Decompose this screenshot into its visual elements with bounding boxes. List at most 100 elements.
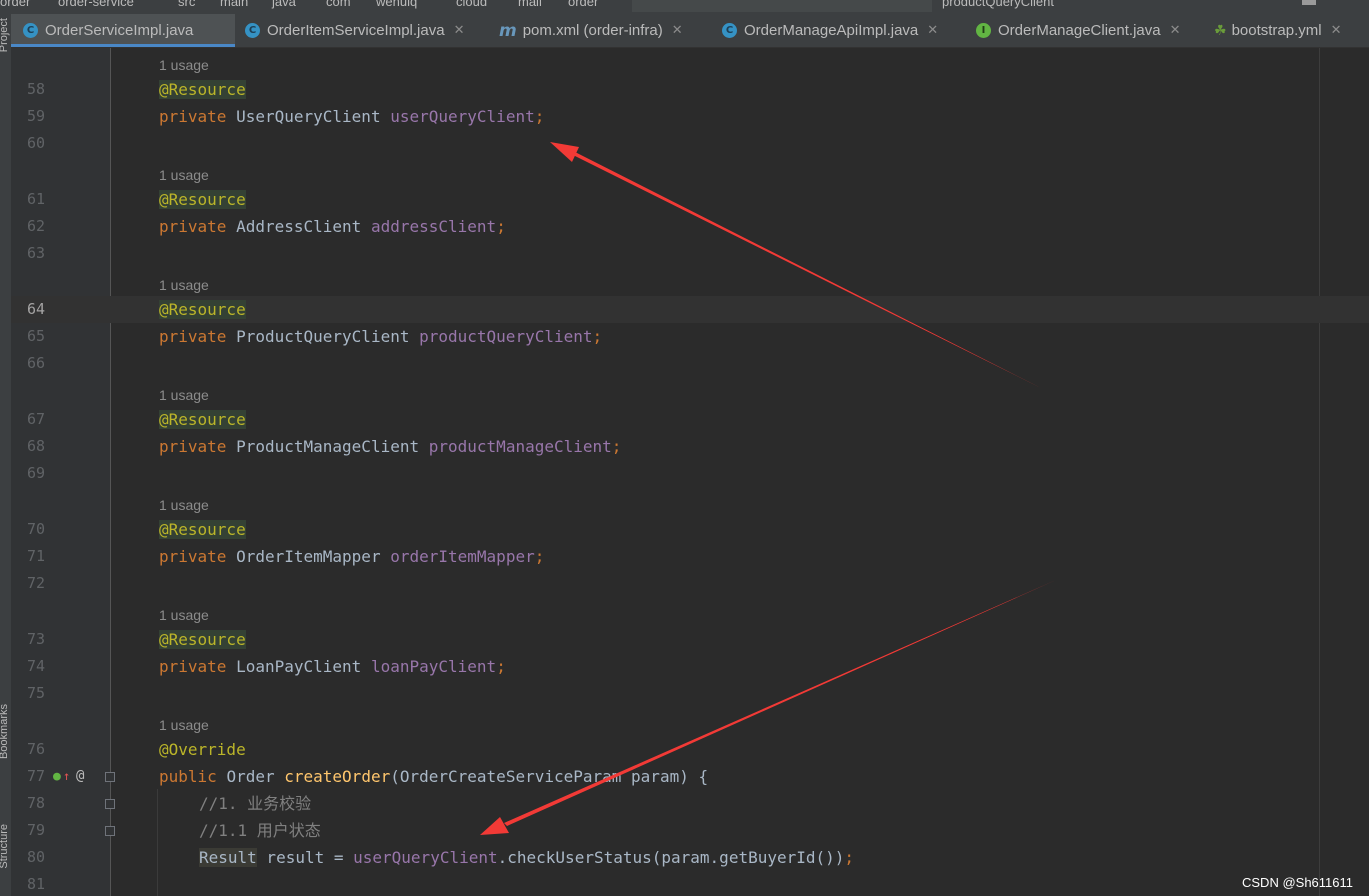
line-number: 71 [26, 547, 45, 565]
type-token: AddressClient [236, 217, 362, 236]
line-number: 74 [26, 657, 45, 675]
tab-pom-xml[interactable]: m pom.xml (order-infra) ✕ [499, 14, 683, 47]
close-icon[interactable]: ✕ [454, 23, 465, 38]
breadcrumb-item[interactable]: mall [518, 0, 542, 9]
line-number: 80 [26, 848, 45, 866]
field-token: orderItemMapper [390, 547, 535, 566]
window-control-button[interactable] [1302, 0, 1316, 5]
usage-hint[interactable]: 1 usage [159, 378, 209, 405]
code-line: 70 @Resource [11, 516, 1369, 543]
tab-ordermanageapiimpl[interactable]: C OrderManageApiImpl.java ✕ [722, 14, 938, 47]
search-everywhere-field[interactable] [632, 0, 932, 12]
code-line: 75 [11, 680, 1369, 707]
type-token: Order [226, 767, 275, 786]
tool-window-project[interactable]: Project [0, 18, 10, 52]
code-line: 80 Result result = userQueryClient.checkU… [11, 844, 1369, 871]
keyword-token: public [159, 767, 217, 786]
close-icon[interactable]: ✕ [672, 23, 683, 38]
implements-method-icon[interactable]: ● [53, 763, 61, 790]
type-token: Result [199, 848, 257, 867]
annotation-token: @Resource [159, 80, 246, 99]
tool-window-bookmarks[interactable]: Bookmarks [0, 704, 10, 759]
usage-hint[interactable]: 1 usage [159, 708, 209, 735]
tab-orderitemserviceimpl[interactable]: C OrderItemServiceImpl.java ✕ [245, 14, 464, 47]
breadcrumb-item[interactable]: cloud [456, 0, 487, 9]
line-number: 70 [26, 520, 45, 538]
fold-toggle-icon[interactable] [105, 826, 115, 836]
fold-toggle-icon[interactable] [105, 772, 115, 782]
editor-tab-bar: C OrderServiceImpl.java C OrderItemServi… [11, 14, 1369, 48]
breadcrumb-item[interactable]: order-service [58, 0, 134, 9]
punctuation-token: ; [496, 657, 506, 676]
tab-label: OrderServiceImpl.java [45, 22, 194, 39]
close-icon[interactable]: ✕ [927, 23, 938, 38]
maven-icon: m [499, 20, 517, 41]
code-line: 59 private UserQueryClient userQueryClien… [11, 103, 1369, 130]
line-number: 66 [26, 354, 45, 372]
tool-window-structure[interactable]: Structure [0, 824, 10, 869]
tab-label: bootstrap.yml [1231, 22, 1322, 39]
type-token: UserQueryClient [236, 107, 381, 126]
breadcrumb-item[interactable]: order [568, 0, 598, 9]
code-line: 58 @Resource [11, 76, 1369, 103]
field-token: userQueryClient [353, 848, 498, 867]
breadcrumb-item[interactable]: order [0, 0, 30, 9]
punctuation-token: ; [592, 327, 603, 346]
code-line: 79 //1.1 用户状态 [11, 817, 1369, 844]
code-line: 73 @Resource [11, 626, 1369, 653]
close-icon[interactable]: ✕ [1331, 23, 1342, 38]
type-token: ProductQueryClient [236, 327, 410, 346]
tab-ordermanageclient[interactable]: I OrderManageClient.java ✕ [976, 14, 1181, 47]
tab-label: OrderItemServiceImpl.java [267, 22, 445, 39]
code-line: 61 @Resource [11, 186, 1369, 213]
line-number: 60 [26, 134, 45, 152]
keyword-token: private [159, 217, 227, 236]
line-number: 76 [26, 740, 45, 758]
line-number: 73 [26, 630, 45, 648]
fold-toggle-icon[interactable] [105, 799, 115, 809]
breadcrumb-item[interactable]: wehuiq [376, 0, 417, 9]
tab-orderserviceimpl[interactable]: C OrderServiceImpl.java [11, 14, 235, 47]
breadcrumb-item[interactable]: src [178, 0, 195, 9]
close-icon[interactable]: ✕ [1170, 23, 1181, 38]
line-number: 58 [26, 80, 45, 98]
usage-hint[interactable]: 1 usage [159, 158, 209, 185]
punctuation-token: ; [611, 437, 622, 456]
annotation-token: @Resource [159, 410, 246, 429]
variable-token: result = [256, 848, 354, 867]
breadcrumb-item[interactable]: com [326, 0, 351, 9]
code-editor[interactable]: 1 usage 58 @Resource 59 private UserQueryC… [11, 48, 1369, 896]
field-token: loanPayClient [370, 657, 497, 676]
keyword-token: private [159, 437, 227, 456]
code-line: 71 private OrderItemMapper orderItemMappe… [11, 543, 1369, 570]
at-sign-icon[interactable]: @ [76, 763, 84, 790]
annotation-token: @Override [159, 740, 246, 759]
comment-token: //1. 业务校验 [199, 794, 312, 813]
tab-label: pom.xml (order-infra) [522, 22, 663, 39]
type-token: ProductManageClient [236, 437, 420, 456]
usage-hint[interactable]: 1 usage [159, 48, 209, 75]
interface-icon: I [976, 23, 991, 38]
arrow-up-icon[interactable]: ↑ [63, 763, 70, 790]
type-token: LoanPayClient [236, 657, 362, 676]
usage-hint[interactable]: 1 usage [159, 268, 209, 295]
code-line: 77 ● ↑ @ public Order createOrder(OrderC… [11, 763, 1369, 790]
line-number: 59 [26, 107, 45, 125]
usage-hint[interactable]: 1 usage [159, 598, 209, 625]
line-number: 77 [26, 767, 45, 785]
tab-bootstrap-yml[interactable]: ☘ bootstrap.yml ✕ [1214, 14, 1342, 47]
line-number: 64 [26, 300, 45, 318]
code-line: 74 private LoanPayClient loanPayClient; [11, 653, 1369, 680]
code-line: 72 [11, 570, 1369, 597]
breadcrumb-current-symbol[interactable]: productQueryClient [942, 0, 1054, 9]
breadcrumb-item[interactable]: java [272, 0, 296, 9]
line-number: 63 [26, 244, 45, 262]
usage-hint[interactable]: 1 usage [159, 488, 209, 515]
breadcrumb-item[interactable]: main [220, 0, 248, 9]
code-line: 68 private ProductManageClient productMan… [11, 433, 1369, 460]
field-token: userQueryClient [390, 107, 535, 126]
annotation-token: @Resource [159, 520, 246, 539]
line-number: 69 [26, 464, 45, 482]
line-number: 67 [26, 410, 45, 428]
code-line: 81 [11, 871, 1369, 896]
